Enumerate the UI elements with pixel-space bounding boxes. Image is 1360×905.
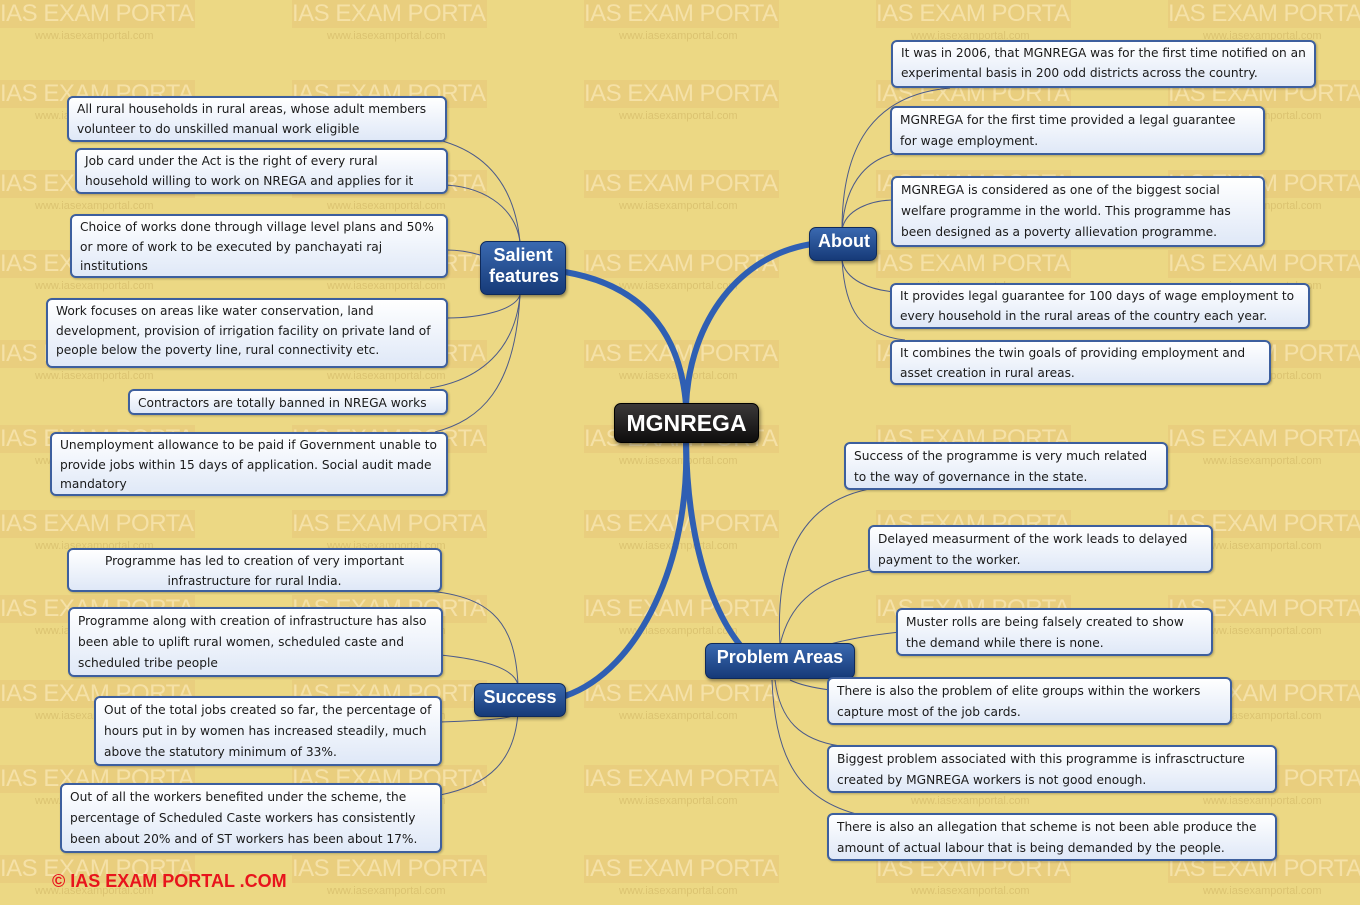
problem-item: There is also the problem of elite group…	[827, 677, 1232, 725]
topic-salient-features: Salient features	[480, 241, 566, 295]
topic-label-line2: features	[489, 266, 560, 286]
about-item: It was in 2006, that MGNREGA was for the…	[891, 40, 1316, 88]
salient-item: Contractors are totally banned in NREGA …	[128, 389, 448, 415]
branch-line-problems	[683, 442, 743, 647]
topic-success: Success	[474, 683, 566, 717]
leaf-line	[841, 259, 896, 293]
leaf-line	[446, 249, 481, 256]
salient-item: Unemployment allowance to be paid if Gov…	[50, 432, 448, 496]
leaf-line	[439, 711, 519, 796]
problem-item: There is also an allegation that scheme …	[827, 813, 1277, 861]
leaf-line	[778, 487, 876, 646]
about-item: MGNREGA is considered as one of the bigg…	[891, 176, 1265, 247]
leaf-line	[841, 199, 896, 231]
about-item: It provides legal guarantee for 100 days…	[890, 283, 1310, 329]
about-item: MGNREGA for the first time provided a le…	[890, 106, 1265, 155]
branch-line-salient	[564, 269, 689, 406]
success-item: Out of all the workers benefited under t…	[60, 783, 442, 853]
leaf-line	[439, 184, 521, 243]
branch-line-about	[683, 241, 813, 406]
topic-label-line1: Salient	[493, 245, 553, 265]
topic-problem-areas: Problem Areas	[705, 643, 855, 679]
about-item: It combines the twin goals of providing …	[890, 340, 1271, 385]
topic-about: About	[809, 227, 877, 261]
branch-line-success	[564, 442, 690, 699]
success-item: Programme along with creation of infrast…	[68, 607, 443, 677]
leaf-line	[789, 679, 831, 691]
central-topic: MGNREGA	[614, 403, 759, 443]
salient-item: All rural households in rural areas, who…	[67, 96, 447, 142]
leaf-line	[446, 294, 521, 319]
salient-item: Work focuses on areas like water conserv…	[46, 298, 448, 368]
problem-item: Biggest problem associated with this pro…	[827, 745, 1277, 793]
success-item: Out of the total jobs created so far, th…	[94, 696, 442, 766]
leaf-line	[779, 569, 871, 646]
leaf-line	[439, 654, 519, 686]
problem-item: Delayed measurment of the work leads to …	[868, 525, 1213, 573]
success-item: Programme has led to creation of very im…	[67, 548, 442, 592]
salient-item: Choice of works done through village lev…	[70, 214, 448, 278]
salient-item: Job card under the Act is the right of e…	[75, 148, 448, 194]
copyright-notice: © IAS EXAM PORTAL .COM	[52, 871, 287, 891]
problem-item: Muster rolls are being falsely created t…	[896, 608, 1213, 656]
problem-item: Success of the programme is very much re…	[844, 442, 1168, 490]
